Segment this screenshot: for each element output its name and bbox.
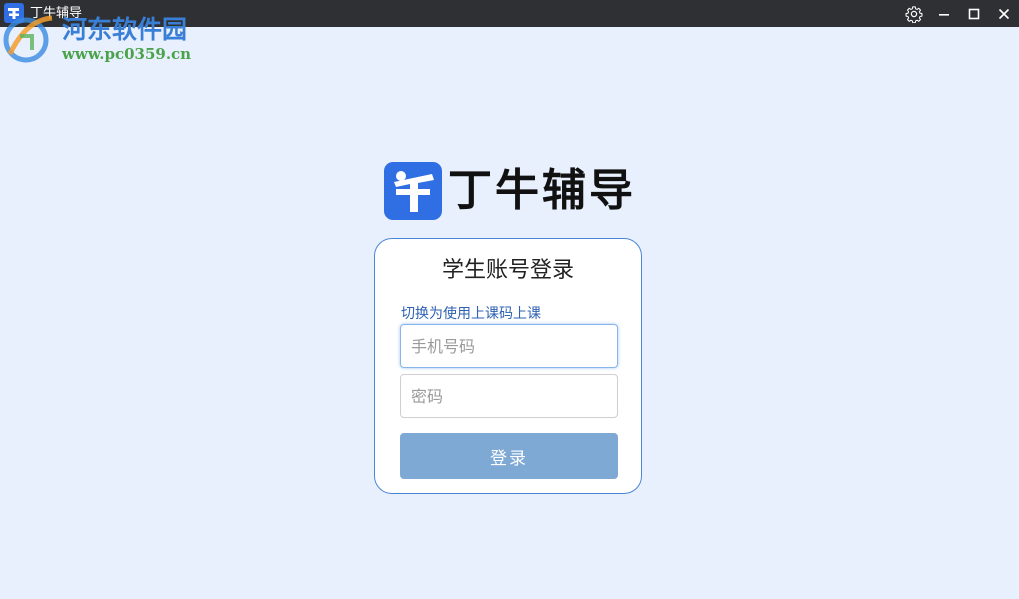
maximize-button[interactable] (959, 0, 989, 27)
gear-icon (905, 5, 923, 23)
switch-to-class-code-link[interactable]: 切换为使用上课码上课 (401, 305, 541, 323)
minimize-icon (939, 13, 949, 16)
phone-input[interactable] (400, 324, 618, 368)
close-button[interactable] (989, 0, 1019, 27)
brand-logo-icon (384, 162, 442, 220)
settings-button[interactable] (899, 0, 929, 27)
maximize-icon (968, 8, 980, 19)
login-button[interactable]: 登录 (400, 433, 618, 479)
title-bar: 丁牛辅导 (0, 0, 1019, 27)
app-icon (4, 3, 24, 23)
close-icon (998, 8, 1010, 19)
watermark-url: www.pc0359.cn (62, 45, 192, 63)
password-input[interactable] (400, 374, 618, 418)
minimize-button[interactable] (929, 0, 959, 27)
window-title: 丁牛辅导 (30, 6, 83, 21)
brand-name: 丁牛辅导 (448, 165, 636, 216)
login-title: 学生账号登录 (441, 258, 574, 283)
login-card: 学生账号登录 切换为使用上课码上课 登录 (374, 238, 642, 494)
